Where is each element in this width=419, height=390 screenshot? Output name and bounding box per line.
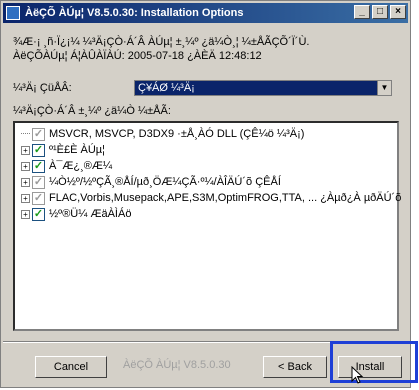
checkbox-icon[interactable]: ✓ <box>32 207 45 221</box>
branding-text: ÀëÇÕ ÀÚµ¦ V8.5.0.30 <box>123 359 231 371</box>
installer-window: ÀëÇÕ ÀÚµ¦ V8.5.0.30: Installation Option… <box>0 0 411 388</box>
components-label: ¼³Ä¡ÇÒ·Á´Â ±¸¼º ¿ä¼Ò ¼±ÅÃ: <box>13 105 171 117</box>
checkbox-icon[interactable]: ✓ <box>32 159 45 173</box>
tree-item[interactable]: + ✓ ¼Ò½º/½ºÇÃ¸®ÅÍ/µð¸ÖÆ¼ÇÃ·º¼­/ÀÎÄÚ´õ ÇÊ… <box>21 175 281 189</box>
description-line: ¾Æ·¡ ¸ñ·Ï¿¡¼­ ¼³Ä¡ÇÒ·Á´Â ÀÚµ¦ ±¸¼º ¿ä¼Ò¸… <box>13 36 310 48</box>
component-tree[interactable]: ✓ MSVCR, MSVCP, D3DX9 ·±Å¸ÀÓ DLL (ÇÊ¼ö ¼… <box>13 121 401 331</box>
tree-item-label: ½º®Ü¼­ ÆäÀÌÁö <box>49 208 132 220</box>
close-button[interactable]: × <box>390 5 406 19</box>
expand-icon[interactable]: + <box>21 209 30 219</box>
tree-item-label: º¹È£È­ ÀÚµ¦ <box>49 144 106 156</box>
window-title: ÀëÇÕ ÀÚµ¦ V8.5.0.30: Installation Option… <box>25 7 244 19</box>
tree-connector <box>21 133 30 135</box>
build-date-line: ÀëÇÕÀÚµ¦ Á¦ÀÛÀÏÀÚ: 2005-07-18 ¿ÀÈÄ 12:48… <box>13 50 262 62</box>
expand-icon[interactable]: + <box>21 145 30 155</box>
tree-item-label: MSVCR, MSVCP, D3DX9 ·±Å¸ÀÓ DLL (ÇÊ¼ö ¼³Ä… <box>49 128 305 140</box>
checkbox-icon[interactable]: ✓ <box>32 191 45 205</box>
highlight-box <box>330 341 418 383</box>
tree-item-label: ¼Ò½º/½ºÇÃ¸®ÅÍ/µð¸ÖÆ¼ÇÃ·º¼­/ÀÎÄÚ´õ ÇÊÅÍ <box>49 176 281 188</box>
maximize-button[interactable]: □ <box>372 5 388 19</box>
expand-icon[interactable]: + <box>21 193 30 203</box>
install-type-label: ¼³Ä¡ ÇüÅÂ: <box>13 82 72 94</box>
tree-item[interactable]: + ✓ º¹È£È­ ÀÚµ¦ <box>21 143 105 157</box>
tree-item[interactable]: + ✓ À¯Æ¿¸®Æ¼ <box>21 159 112 173</box>
checkbox-icon[interactable]: ✓ <box>32 143 45 157</box>
install-type-select[interactable]: Ç¥ÁØ ¼³Ä¡ ▼ <box>134 80 392 96</box>
tree-item-label: À¯Æ¿¸®Æ¼ <box>49 160 113 172</box>
tree-item[interactable]: + ✓ ½º®Ü¼­ ÆäÀÌÁö <box>21 207 131 221</box>
tree-item[interactable]: + ✓ FLAC,Vorbis,Musepack,APE,S3M,OptimFR… <box>21 191 401 205</box>
tree-item-label: FLAC,Vorbis,Musepack,APE,S3M,OptimFROG,T… <box>49 192 402 204</box>
app-icon <box>6 6 20 20</box>
expand-icon[interactable]: + <box>21 177 30 187</box>
install-type-value: Ç¥ÁØ ¼³Ä¡ <box>138 82 195 94</box>
minimize-button[interactable]: _ <box>354 5 370 19</box>
back-button[interactable]: < Back <box>263 356 327 378</box>
checkbox-icon[interactable]: ✓ <box>32 175 45 189</box>
checkbox-icon[interactable]: ✓ <box>32 127 45 141</box>
chevron-down-icon[interactable]: ▼ <box>377 81 391 95</box>
expand-icon[interactable]: + <box>21 161 30 171</box>
cancel-button[interactable]: Cancel <box>35 356 107 378</box>
tree-item[interactable]: ✓ MSVCR, MSVCP, D3DX9 ·±Å¸ÀÓ DLL (ÇÊ¼ö ¼… <box>21 127 304 141</box>
title-buttons: _ □ × <box>354 5 406 19</box>
mouse-cursor-icon <box>351 366 364 384</box>
title-bar[interactable]: ÀëÇÕ ÀÚµ¦ V8.5.0.30: Installation Option… <box>3 3 408 23</box>
description: ¾Æ·¡ ¸ñ·Ï¿¡¼­ ¼³Ä¡ÇÒ·Á´Â ÀÚµ¦ ±¸¼º ¿ä¼Ò¸… <box>13 35 403 63</box>
